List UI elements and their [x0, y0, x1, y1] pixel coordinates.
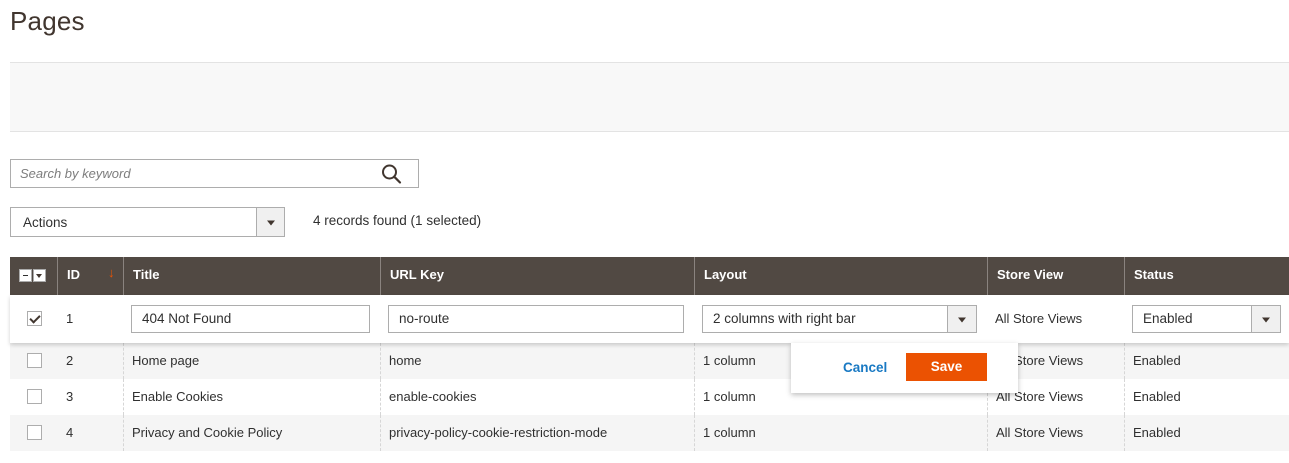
- cell-id: 1: [66, 311, 74, 326]
- layout-select-value: 2 columns with right bar: [713, 311, 856, 326]
- page-title: Pages: [10, 6, 85, 36]
- column-header-id[interactable]: ID ↓: [57, 257, 123, 295]
- mass-select-header: [10, 257, 57, 295]
- layout-select-toggle[interactable]: [947, 306, 976, 332]
- cell-title: Home page: [123, 343, 380, 379]
- column-header-layout[interactable]: Layout: [694, 257, 987, 295]
- mass-select-dropdown-icon[interactable]: [33, 269, 46, 282]
- cell-title: Enable Cookies: [123, 379, 380, 415]
- records-count: 4 records found (1 selected): [313, 213, 482, 228]
- chevron-down-icon: [958, 317, 966, 323]
- cell-layout: 1 column: [694, 415, 987, 451]
- page-actions-band: [10, 62, 1289, 132]
- row-checkbox[interactable]: [27, 389, 42, 404]
- cell-id: 4: [66, 425, 74, 440]
- cell-store-view: All Store Views: [995, 311, 1083, 326]
- cell-url-key: enable-cookies: [380, 379, 694, 415]
- table-row-editing: 1 404 Not Found no-route 2 columns with …: [10, 295, 1289, 343]
- inline-edit-actions: Cancel Save: [791, 343, 1018, 393]
- cell-store-view: All Store Views: [987, 415, 1124, 451]
- sort-ascending-icon: ↓: [108, 265, 115, 280]
- status-select-value: Enabled: [1143, 311, 1193, 326]
- search-icon[interactable]: [380, 163, 404, 185]
- row-checkbox[interactable]: [27, 425, 42, 440]
- mass-select-control[interactable]: [19, 269, 47, 283]
- table-row[interactable]: 3 Enable Cookies enable-cookies 1 column…: [10, 379, 1289, 415]
- chevron-down-icon: [266, 220, 275, 226]
- column-header-url-key[interactable]: URL Key: [380, 257, 694, 295]
- row-checkbox[interactable]: [27, 353, 42, 368]
- save-button[interactable]: Save: [906, 353, 987, 381]
- column-header-status[interactable]: Status: [1124, 257, 1289, 295]
- cell-id: 3: [66, 389, 74, 404]
- url-key-input[interactable]: no-route: [388, 305, 684, 333]
- actions-dropdown[interactable]: Actions: [10, 207, 285, 237]
- chevron-down-icon: [1262, 317, 1270, 323]
- pages-grid: ID ↓ Title URL Key Layout Store View Sta…: [10, 257, 1289, 451]
- table-row[interactable]: 4 Privacy and Cookie Policy privacy-poli…: [10, 415, 1289, 451]
- cancel-button[interactable]: Cancel: [843, 360, 887, 375]
- row-checkbox[interactable]: [27, 311, 42, 326]
- mass-select-checkbox[interactable]: [19, 269, 32, 282]
- column-header-store-view[interactable]: Store View: [987, 257, 1124, 295]
- cell-url-key: home: [380, 343, 694, 379]
- cell-status: Enabled: [1124, 343, 1289, 379]
- column-header-title[interactable]: Title: [123, 257, 380, 295]
- cell-title: Privacy and Cookie Policy: [123, 415, 380, 451]
- cell-status: Enabled: [1124, 379, 1289, 415]
- grid-header: ID ↓ Title URL Key Layout Store View Sta…: [10, 257, 1289, 295]
- actions-dropdown-toggle[interactable]: [256, 208, 284, 236]
- search-input[interactable]: [11, 160, 371, 187]
- search-box: [10, 159, 419, 188]
- status-select[interactable]: Enabled: [1132, 305, 1281, 333]
- status-select-toggle[interactable]: [1251, 306, 1280, 332]
- cell-id: 2: [66, 353, 74, 368]
- actions-label: Actions: [23, 215, 68, 230]
- cell-status: Enabled: [1124, 415, 1289, 451]
- layout-select[interactable]: 2 columns with right bar: [702, 305, 977, 333]
- title-input[interactable]: 404 Not Found: [131, 305, 370, 333]
- table-row[interactable]: 2 Home page home 1 column All Store View…: [10, 343, 1289, 379]
- cell-url-key: privacy-policy-cookie-restriction-mode: [380, 415, 694, 451]
